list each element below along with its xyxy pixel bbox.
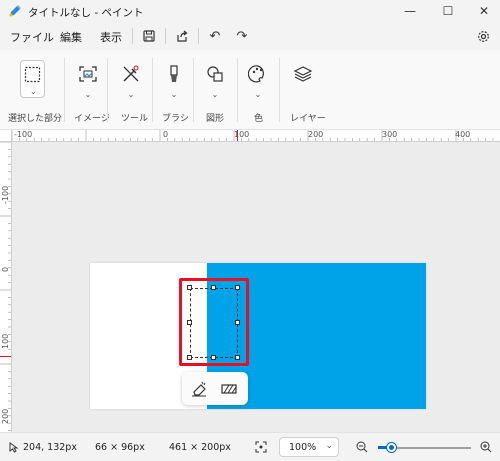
ruler-label: 200 <box>1 408 10 424</box>
ribbon-separator <box>64 58 65 122</box>
maximize-icon: ☐ <box>442 4 454 18</box>
ribbon-label-image: イメージ <box>74 114 110 124</box>
chevron-down-icon: ⌄ <box>325 441 333 451</box>
save-icon <box>143 30 155 42</box>
canvas-size: 461 × 200px <box>169 442 231 453</box>
ruler-label: 300 <box>382 130 398 139</box>
ruler-cursor-marker <box>0 356 11 357</box>
close-icon: ✕ <box>478 4 490 18</box>
shapes-icon[interactable] <box>205 64 225 84</box>
remove-background-icon[interactable] <box>220 380 238 398</box>
menu-bar: ファイル 編集 表示 ↶ ↷ <box>0 22 500 50</box>
fit-to-window-icon[interactable] <box>255 441 267 453</box>
ribbon-separator <box>237 58 238 122</box>
chevron-down-icon[interactable]: ⌄ <box>169 90 179 99</box>
ruler-label: 200 <box>308 130 324 139</box>
maximize-button[interactable]: ☐ <box>430 0 466 22</box>
status-bar: 204, 132px 66 × 96px 461 × 200px 100% ⌄ <box>0 432 500 461</box>
title-bar: タイトルなし - ペイント — ☐ ✕ <box>0 0 500 22</box>
ribbon-separator <box>193 58 194 122</box>
gear-icon <box>477 30 489 42</box>
menu-edit[interactable]: 編集 <box>60 29 82 45</box>
zoom-out-icon[interactable] <box>356 441 368 453</box>
redo-icon: ↷ <box>236 28 248 44</box>
menu-separator <box>165 28 166 44</box>
zoom-value: 100% <box>289 442 317 453</box>
vertical-ruler: -100 0 100 200 <box>0 142 12 432</box>
settings-button[interactable] <box>475 28 491 44</box>
chevron-down-icon[interactable]: ⌄ <box>126 90 136 99</box>
selection-icon <box>24 66 41 83</box>
zoom-in-icon[interactable] <box>480 441 492 453</box>
save-button[interactable] <box>141 28 157 44</box>
window-title: タイトルなし - ペイント <box>28 7 144 19</box>
ribbon-label-tools: ツール <box>121 114 149 124</box>
cursor-position: 204, 132px <box>23 442 77 453</box>
chevron-down-icon: ⌄ <box>30 87 37 96</box>
undo-button[interactable]: ↶ <box>207 28 223 44</box>
selection-tool-button[interactable]: ⌄ <box>20 60 45 98</box>
redo-button[interactable]: ↷ <box>234 28 250 44</box>
ruler-label: -100 <box>14 130 33 139</box>
menu-separator <box>198 28 199 44</box>
layers-icon[interactable] <box>293 64 313 84</box>
ruler-label: 400 <box>455 130 471 139</box>
menu-separator <box>132 28 133 44</box>
erase-selection-icon[interactable] <box>190 380 208 398</box>
ribbon-label-layers: レイヤー <box>290 114 326 124</box>
ribbon-separator <box>152 58 153 122</box>
ruler-ticks <box>12 130 494 141</box>
chevron-down-icon[interactable]: ⌄ <box>83 90 93 99</box>
ribbon-separator <box>279 58 280 122</box>
ruler-label: 100 <box>1 333 10 349</box>
tools-icon[interactable] <box>121 64 141 84</box>
cursor-icon <box>9 442 19 453</box>
image-icon[interactable] <box>78 64 98 84</box>
menu-view[interactable]: 表示 <box>100 29 122 45</box>
selection-size: 66 × 96px <box>95 442 145 453</box>
palette-icon[interactable] <box>248 64 268 84</box>
highlight-annotation <box>179 278 249 366</box>
ribbon-label-shapes: 図形 <box>206 114 225 124</box>
ribbon-toolbar: ⌄ 選択した部分 ⌄ イメージ ⌄ ツール ⌄ ブラシ ⌄ 図形 ⌄ 色 レイヤ… <box>0 50 500 130</box>
ruler-label: -100 <box>1 185 10 204</box>
chevron-down-icon[interactable]: ⌄ <box>210 90 220 99</box>
ruler-corner <box>0 130 12 142</box>
menu-file[interactable]: ファイル <box>10 29 54 45</box>
brush-icon[interactable] <box>164 64 184 84</box>
zoom-slider-thumb[interactable] <box>386 443 396 452</box>
chevron-down-icon[interactable]: ⌄ <box>253 90 263 99</box>
ruler-label: 0 <box>163 130 169 139</box>
horizontal-ruler: -100 0 100 200 300 400 <box>12 130 500 142</box>
share-icon <box>177 30 188 42</box>
minimize-button[interactable]: — <box>392 0 428 22</box>
close-button[interactable]: ✕ <box>466 0 500 22</box>
ruler-label: 100 <box>234 130 250 139</box>
undo-icon: ↶ <box>209 28 221 44</box>
ruler-label: 0 <box>1 266 10 272</box>
paint-app-icon <box>9 5 21 17</box>
ribbon-label-brush: ブラシ <box>162 114 189 124</box>
ribbon-label-color: 色 <box>254 114 264 124</box>
minimize-icon: — <box>404 4 416 18</box>
ribbon-label-selection: 選択した部分 <box>8 114 63 124</box>
ribbon-separator <box>107 58 108 122</box>
zoom-select[interactable]: 100% ⌄ <box>279 437 339 457</box>
share-button[interactable] <box>174 28 190 44</box>
selection-context-toolbar <box>182 372 248 405</box>
